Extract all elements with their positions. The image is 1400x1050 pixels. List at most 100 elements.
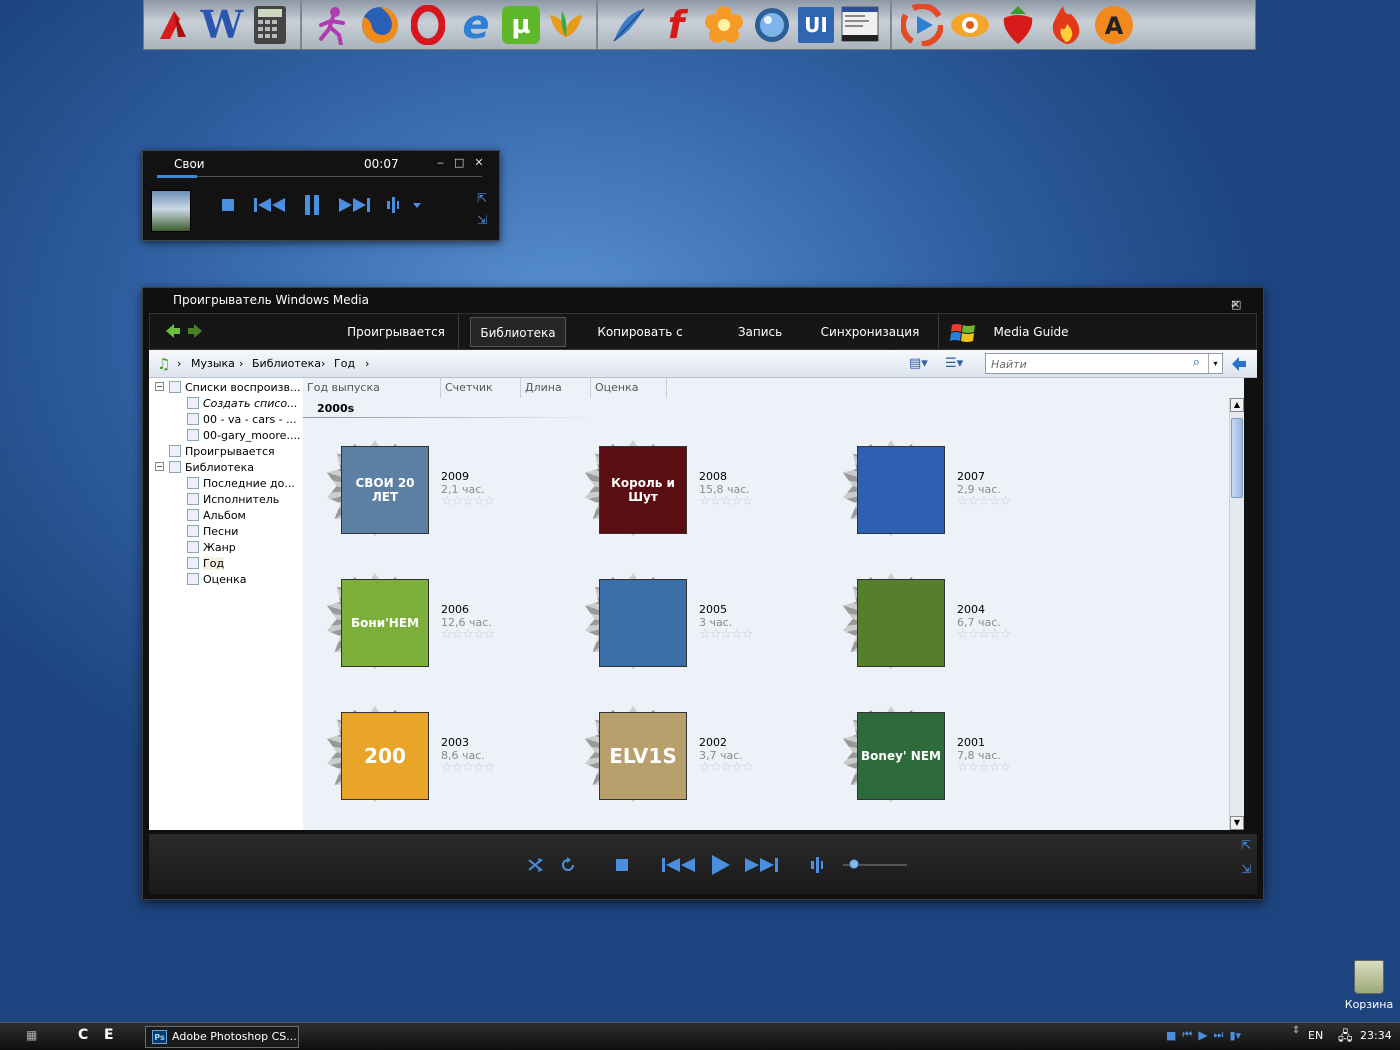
previous-button[interactable] [253,194,287,216]
opera-icon[interactable] [406,3,450,47]
tab-rip[interactable]: Копировать с диска [580,317,700,369]
tree-item[interactable]: Жанр [187,540,236,556]
orb-icon[interactable] [750,3,794,47]
next-button[interactable] [743,854,779,876]
tree-item[interactable]: Проигрывается [169,444,275,460]
tab-library[interactable]: Библиотека [470,317,566,347]
rating-stars[interactable]: ☆☆☆☆☆ [441,627,495,642]
mini-player-progress[interactable] [157,175,482,178]
view-options-icon[interactable]: ▤▾ [909,356,928,371]
year-tile[interactable]: 2007 2,9 час. ☆☆☆☆☆ [831,430,1081,550]
minimize-button[interactable]: ‒ [437,156,444,169]
rating-stars[interactable]: ☆☆☆☆☆ [699,494,753,509]
year-tile[interactable]: Король и Шут 2008 15,8 час. ☆☆☆☆☆ [573,430,823,550]
tree-item[interactable]: Списки воспроизв... [169,380,301,396]
column-length[interactable]: Длина [521,378,591,398]
previous-button[interactable] [661,854,697,876]
rating-stars[interactable]: ☆☆☆☆☆ [441,494,495,509]
close-button[interactable]: ✕ [1231,298,1240,311]
ui-designer-icon[interactable]: UI [798,6,834,43]
network-icon[interactable]: 🖧 [1338,1027,1353,1049]
calculator-icon[interactable] [248,3,292,47]
breadcrumb-library[interactable]: Библиотека [252,357,321,370]
breadcrumb-music[interactable]: Музыка [191,357,235,370]
tree-item[interactable]: 00-gary_moore.... [187,428,300,444]
maximize-button[interactable]: □ [454,156,464,169]
tree-item[interactable]: Альбом [187,508,246,524]
tree-item[interactable]: Оценка [187,572,247,588]
acrobat-icon[interactable] [152,3,196,47]
tab-now-playing[interactable]: Проигрывается [346,317,446,347]
media-player-icon[interactable] [900,3,944,47]
year-tile[interactable]: СВОИ 20 ЛЕТ 2009 2,1 час. ☆☆☆☆☆ [315,430,565,550]
year-tile[interactable]: 200 2003 8,6 час. ☆☆☆☆☆ [315,696,565,816]
column-year[interactable]: Год выпуска [303,378,441,398]
rating-stars[interactable]: ☆☆☆☆☆ [957,760,1011,775]
repeat-button[interactable] [557,854,579,876]
tree-item[interactable]: Последние до... [187,476,295,492]
flower-icon[interactable] [702,3,746,47]
scroll-thumb[interactable] [1231,418,1243,498]
window-titlebar[interactable]: Проигрыватель Windows Media ‒ □ ✕ [143,288,1263,312]
tab-sync[interactable]: Синхронизация [820,317,920,347]
miranda-icon[interactable] [544,3,588,47]
start-grid-icon[interactable]: ▦ [26,1028,37,1042]
tree-item[interactable]: 00 - va - cars - ... [187,412,297,428]
rating-stars[interactable]: ☆☆☆☆☆ [699,627,753,642]
tree-item[interactable]: Песни [187,524,238,540]
tab-media-guide[interactable]: Media Guide [986,317,1076,347]
recycle-bin[interactable]: Корзина [1344,960,1394,1011]
quick-launch-e[interactable]: E [104,1027,114,1043]
tray-next-icon[interactable]: ⏭ [1214,1028,1224,1042]
volume-button[interactable] [385,194,425,216]
tree-item[interactable]: Создать списо... [187,396,298,412]
tree-expander[interactable]: − [155,382,164,391]
volume-slider[interactable] [843,856,907,874]
tray-volume-icon[interactable]: ▮▾ [1229,1029,1241,1042]
icq-icon[interactable] [310,3,354,47]
tray-play-icon[interactable]: ▶ [1198,1028,1207,1042]
layout-options-icon[interactable]: ☰▾ [945,356,963,371]
word-icon[interactable]: W [200,2,244,47]
aimp-icon[interactable]: A [1092,3,1136,47]
vertical-scrollbar[interactable]: ▲ ▼ [1229,398,1244,830]
feather-icon[interactable] [606,3,650,47]
close-button[interactable]: ✕ [474,156,483,169]
tree-item[interactable]: Год [187,556,225,572]
expand-icon[interactable]: ⇱ [1241,838,1251,852]
rating-stars[interactable]: ☆☆☆☆☆ [957,627,1011,642]
shuffle-button[interactable] [525,854,547,876]
year-tile[interactable]: ELV1S 2002 3,7 час. ☆☆☆☆☆ [573,696,823,816]
firefox-icon[interactable] [358,3,402,47]
scroll-down-button[interactable]: ▼ [1230,816,1244,830]
quick-launch-c[interactable]: C [78,1027,88,1043]
tray-updown-icon[interactable]: ⇕ [1292,1025,1300,1036]
collapse-pane-arrow-icon[interactable] [1231,356,1247,372]
strawberry-icon[interactable] [996,3,1040,47]
tab-burn[interactable]: Запись [730,317,790,347]
search-input[interactable]: Найти ⌕ ▾ [985,353,1223,374]
rating-stars[interactable]: ☆☆☆☆☆ [699,760,753,775]
scroll-up-button[interactable]: ▲ [1230,398,1244,412]
language-indicator[interactable]: EN [1308,1029,1323,1042]
play-button[interactable] [707,854,733,876]
internet-explorer-icon[interactable]: e [454,2,498,48]
forward-arrow-icon[interactable] [186,322,204,340]
year-tile[interactable]: 2004 6,7 час. ☆☆☆☆☆ [831,563,1081,683]
taskbar-photoshop[interactable]: Ps Adobe Photoshop CS... [145,1026,299,1048]
search-icon[interactable]: ⌕ [1193,355,1200,370]
rating-stars[interactable]: ☆☆☆☆☆ [441,760,495,775]
back-arrow-icon[interactable] [164,322,182,340]
stop-button[interactable] [217,194,239,216]
mute-button[interactable] [807,854,829,876]
flash-icon[interactable]: f [654,3,698,47]
stop-button[interactable] [611,854,633,876]
tray-stop-icon[interactable]: ■ [1166,1029,1176,1042]
year-tile[interactable]: Бони'НЕМ 2006 12,6 час. ☆☆☆☆☆ [315,563,565,683]
rating-stars[interactable]: ☆☆☆☆☆ [957,494,1011,509]
breadcrumb-year[interactable]: Год [334,357,355,370]
tree-expander[interactable]: − [155,462,164,471]
tree-item[interactable]: Исполнитель [187,492,279,508]
utorrent-icon[interactable]: µ [502,5,540,44]
flame-icon[interactable] [1044,3,1088,47]
